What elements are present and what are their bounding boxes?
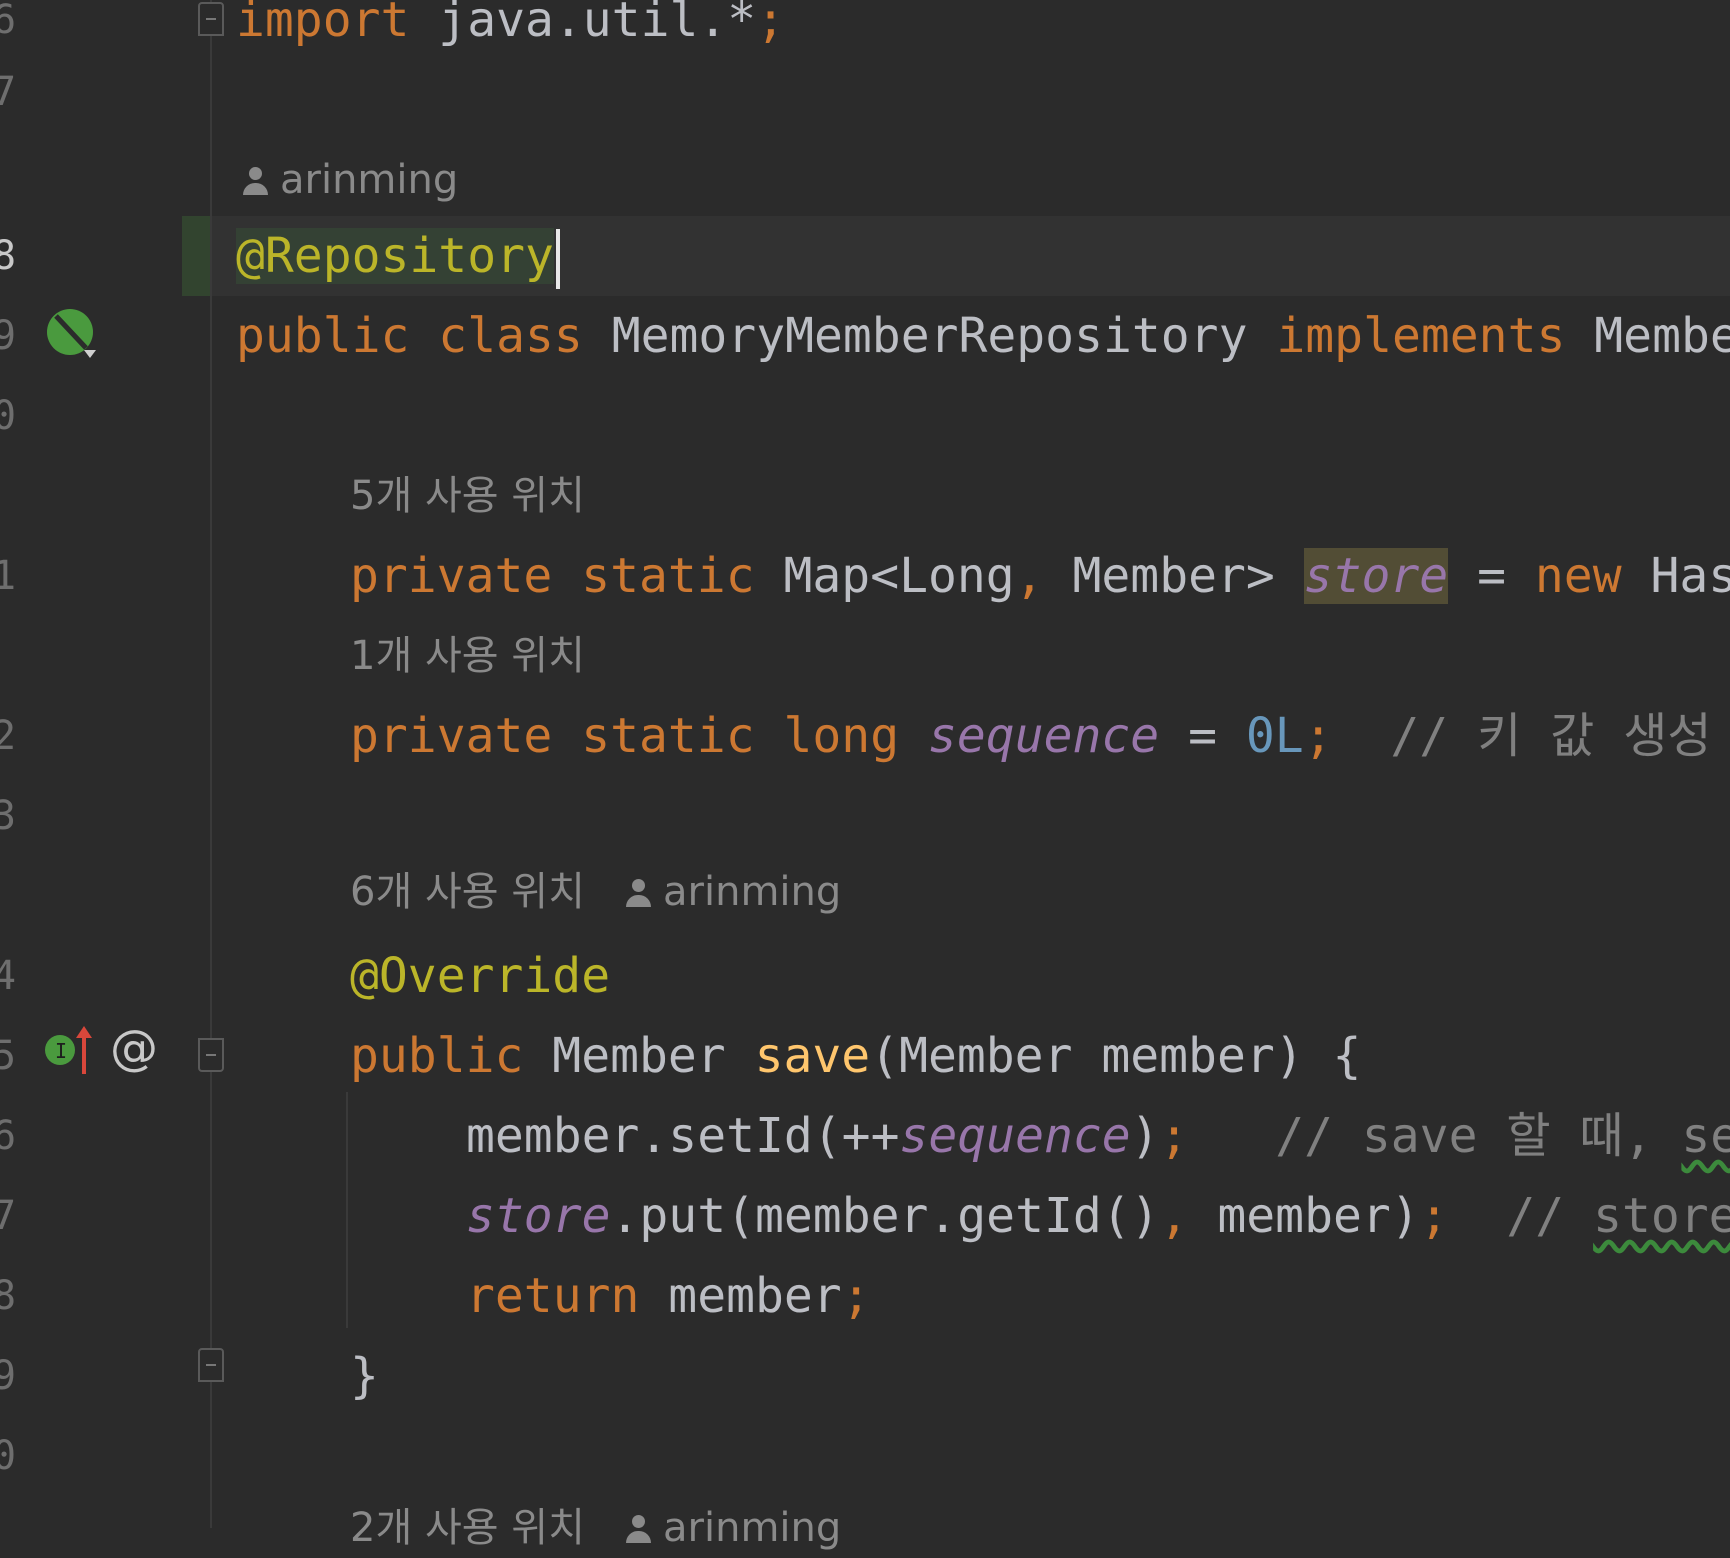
line-number: 3 <box>0 793 17 839</box>
user-icon <box>623 1513 653 1547</box>
override-at-icon[interactable]: @ <box>110 1020 158 1076</box>
user-icon <box>240 165 270 199</box>
fold-marker[interactable] <box>198 2 224 36</box>
code-vision-usages[interactable]: 2개 사용 위치 <box>350 1505 585 1551</box>
current-line-gutter-mark <box>182 216 212 296</box>
line-number: 9 <box>0 313 17 359</box>
code-vision-usages[interactable]: 1개 사용 위치 <box>350 626 585 686</box>
fold-marker[interactable] <box>198 1348 224 1382</box>
text-caret <box>555 229 560 289</box>
line-number: 4 <box>0 953 17 999</box>
line-number: 2 <box>0 713 17 759</box>
code-vision-usages[interactable]: 6개 사용 위치 <box>350 869 585 915</box>
code-line[interactable]: public class MemoryMemberRepository impl… <box>236 296 1730 376</box>
code-line[interactable]: @Override <box>350 936 610 1016</box>
code-line[interactable]: } <box>350 1336 379 1416</box>
code-vision-usages[interactable]: 5개 사용 위치 <box>350 466 585 526</box>
code-line[interactable]: import java.util.*; <box>236 0 785 60</box>
line-number: 9 <box>0 1353 17 1399</box>
implements-method-icon[interactable]: I <box>44 1024 96 1076</box>
line-number: 1 <box>0 553 17 599</box>
spring-bean-icon[interactable] <box>46 308 98 360</box>
line-number: 7 <box>0 69 17 115</box>
line-number: 0 <box>0 1433 17 1479</box>
code-vision-author[interactable]: arinming <box>240 150 458 210</box>
gutter-separator <box>210 0 212 1528</box>
code-line-current[interactable]: @Repository <box>236 216 560 296</box>
code-vision-row[interactable]: 2개 사용 위치 arinming <box>350 1498 841 1558</box>
line-number-current: 8 <box>0 233 17 279</box>
line-number: 8 <box>0 1273 17 1319</box>
line-number: 0 <box>0 393 17 439</box>
code-line[interactable]: return member; <box>466 1256 871 1336</box>
code-vision-author[interactable]: arinming <box>663 869 841 915</box>
user-icon <box>623 877 653 911</box>
indent-guide <box>346 1092 348 1328</box>
fold-marker[interactable] <box>198 1038 224 1072</box>
code-vision-row[interactable]: 6개 사용 위치 arinming <box>350 862 841 922</box>
line-number: 6 <box>0 0 17 43</box>
code-vision-author[interactable]: arinming <box>663 1505 841 1551</box>
code-line[interactable]: public Member save(Member member) { <box>350 1016 1361 1096</box>
svg-text:I: I <box>55 1039 67 1063</box>
code-line[interactable]: private static Map<Long, Member> store =… <box>350 536 1730 616</box>
code-line[interactable]: member.setId(++sequence); // save 할 때, s… <box>466 1096 1730 1176</box>
line-number: 7 <box>0 1193 17 1239</box>
line-number: 6 <box>0 1113 17 1159</box>
code-line[interactable]: store.put(member.getId(), member); // st… <box>466 1176 1730 1256</box>
line-number: 5 <box>0 1033 17 1079</box>
code-line[interactable]: private static long sequence = 0L; // 키 … <box>350 696 1712 776</box>
